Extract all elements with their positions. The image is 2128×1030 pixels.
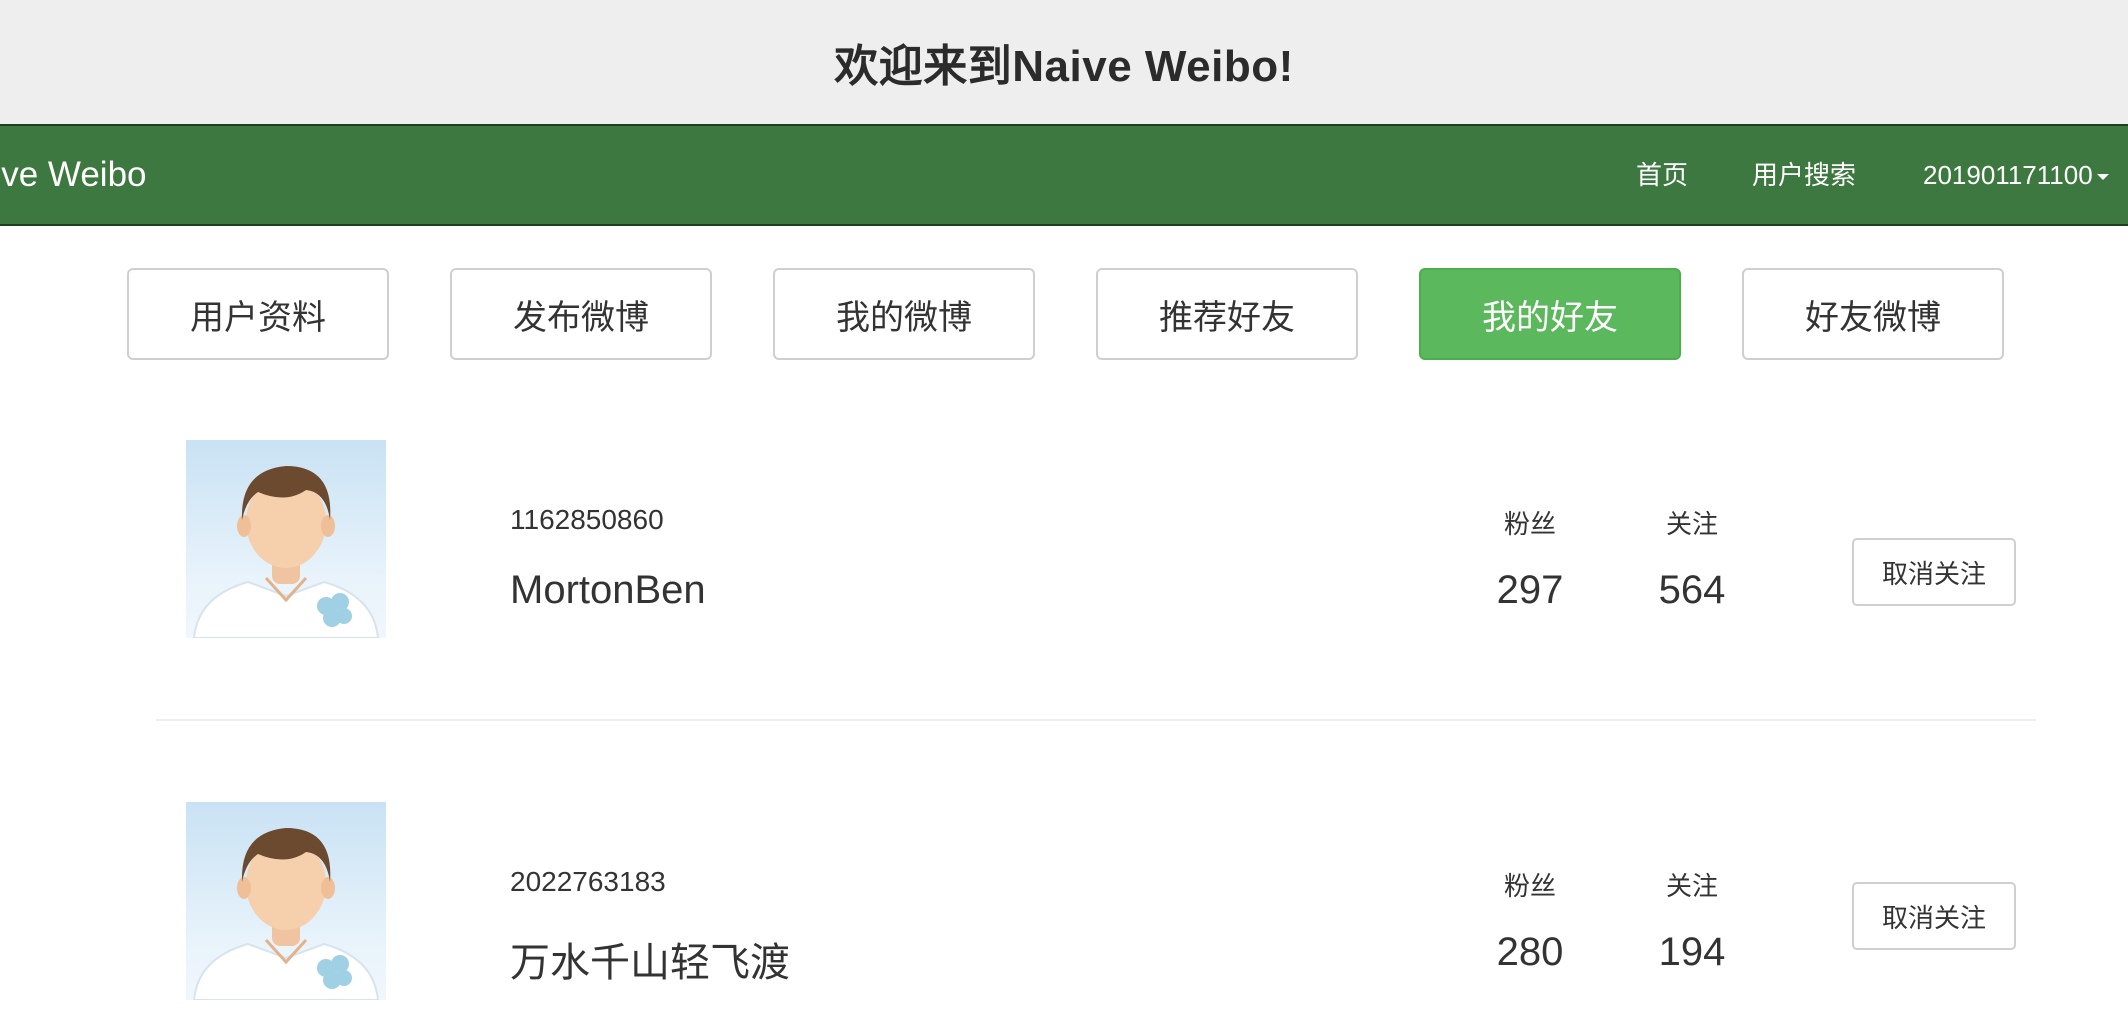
user-menu-label: 201901171100	[1923, 160, 2093, 190]
unfollow-button[interactable]: 取消关注	[1852, 538, 2016, 606]
nav-link-home[interactable]: 首页	[1636, 126, 1688, 224]
friend-username[interactable]: 万水千山轻飞渡	[510, 930, 790, 988]
followers-label: 粉丝	[1503, 509, 1556, 539]
following-label: 关注	[1665, 509, 1718, 539]
tab-my-friends[interactable]: 我的好友	[1419, 268, 1681, 360]
nav-link-user-search[interactable]: 用户搜索	[1752, 126, 1856, 224]
default-avatar-icon	[192, 466, 380, 638]
tab-friends-weibo[interactable]: 好友微博	[1742, 268, 2004, 360]
welcome-title: 欢迎来到Naive Weibo!	[834, 42, 1294, 91]
unfollow-button[interactable]: 取消关注	[1852, 882, 2016, 950]
followers-count: 280	[1496, 930, 1564, 974]
welcome-banner: 欢迎来到Naive Weibo!	[0, 0, 2128, 124]
tab-post-weibo[interactable]: 发布微博	[450, 268, 712, 360]
friend-username[interactable]: MortonBen	[510, 568, 706, 613]
tab-recommended-friends[interactable]: 推荐好友	[1096, 268, 1358, 360]
friend-user-id: 2022763183	[510, 866, 666, 897]
user-menu-dropdown[interactable]: 201901171100	[1923, 126, 2109, 224]
followers-label: 粉丝	[1503, 871, 1556, 901]
default-avatar-icon	[192, 828, 380, 1000]
following-label: 关注	[1665, 871, 1718, 901]
navbar-brand[interactable]: aive Weibo	[0, 126, 147, 224]
row-divider	[156, 719, 2036, 721]
tab-user-profile[interactable]: 用户资料	[127, 268, 389, 360]
following-count: 194	[1658, 930, 1726, 974]
caret-down-icon	[2096, 174, 2109, 181]
avatar	[186, 440, 386, 638]
followers-count: 297	[1496, 568, 1564, 612]
navbar: aive Weibo 首页 用户搜索 201901171100	[0, 124, 2128, 226]
avatar	[186, 802, 386, 1000]
friend-user-id: 1162850860	[510, 504, 664, 535]
following-count: 564	[1658, 568, 1726, 612]
tab-my-weibo[interactable]: 我的微博	[773, 268, 1035, 360]
